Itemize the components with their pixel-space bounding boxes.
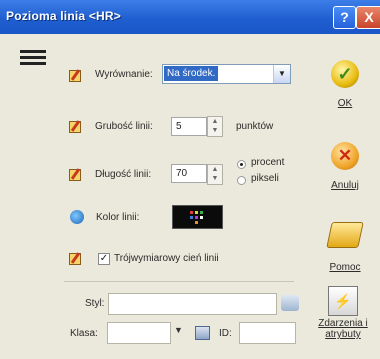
class-label: Klasa: (70, 328, 98, 339)
style-input[interactable] (108, 293, 277, 315)
chevron-down-icon[interactable]: ▼ (174, 325, 183, 335)
unit-percent-radio[interactable] (237, 160, 246, 169)
shadow-checkbox[interactable]: ✓ (98, 253, 110, 265)
help-label: Pomoc (329, 262, 361, 273)
id-input[interactable] (239, 322, 296, 344)
length-input[interactable]: 70 (171, 164, 207, 183)
pencil-edit-icon (69, 120, 82, 133)
thickness-label: Grubość linii: (95, 121, 153, 132)
pencil-edit-icon (69, 168, 82, 181)
alignment-label: Wyrównanie: (95, 69, 153, 80)
check-icon: ✓ (331, 60, 359, 88)
separator (64, 281, 294, 282)
color-label: Kolor linii: (96, 212, 140, 223)
thickness-input[interactable]: 5 (171, 117, 207, 136)
cancel-icon: ✕ (331, 142, 359, 170)
events-button[interactable]: ⚡ Zdarzenia i atrybuty (308, 286, 378, 340)
ok-button[interactable]: ✓ OK (316, 60, 374, 109)
shadow-label: Trójwymiarowy cień linii (114, 253, 219, 264)
ok-label: OK (337, 98, 353, 109)
alignment-select[interactable]: Na środek. ▼ (162, 64, 291, 84)
class-input[interactable] (107, 322, 171, 344)
color-swatch-button[interactable] (172, 205, 223, 229)
unit-pixels-label: pikseli (251, 173, 279, 184)
chevron-down-icon[interactable]: ▼ (273, 65, 290, 83)
folder-icon[interactable] (195, 326, 210, 340)
length-spinner[interactable]: ▲ ▼ (207, 164, 223, 185)
horizontal-lines-icon (20, 50, 46, 72)
close-title-button[interactable]: X (356, 6, 380, 29)
dialog-window: Pozioma linia <HR> ? X Wyrównanie: Na śr… (0, 0, 380, 359)
title-bar: Pozioma linia <HR> ? X (0, 0, 380, 34)
cancel-label: Anuluj (331, 180, 359, 191)
ie-globe-icon (70, 210, 84, 224)
unit-percent-label: procent (251, 157, 285, 168)
thickness-unit: punktów (236, 121, 274, 132)
window-title: Pozioma linia <HR> (6, 9, 121, 23)
style-label: Styl: (85, 298, 105, 309)
pencil-edit-icon (69, 69, 82, 82)
help-book-icon (326, 222, 364, 248)
cancel-button[interactable]: ✕ Anuluj (316, 142, 374, 191)
help-title-button[interactable]: ? (333, 6, 356, 29)
lightning-document-icon: ⚡ (328, 286, 358, 316)
thickness-spinner[interactable]: ▲ ▼ (207, 116, 223, 137)
unit-pixels-radio[interactable] (237, 176, 246, 185)
help-button[interactable]: Pomoc (316, 222, 374, 273)
length-label: Długość linii: (95, 169, 152, 180)
keys-icon[interactable] (281, 295, 299, 311)
events-label: Zdarzenia i atrybuty (318, 318, 368, 340)
alignment-value: Na środek. (164, 66, 219, 81)
pencil-edit-icon (69, 252, 82, 265)
id-label: ID: (219, 328, 232, 339)
